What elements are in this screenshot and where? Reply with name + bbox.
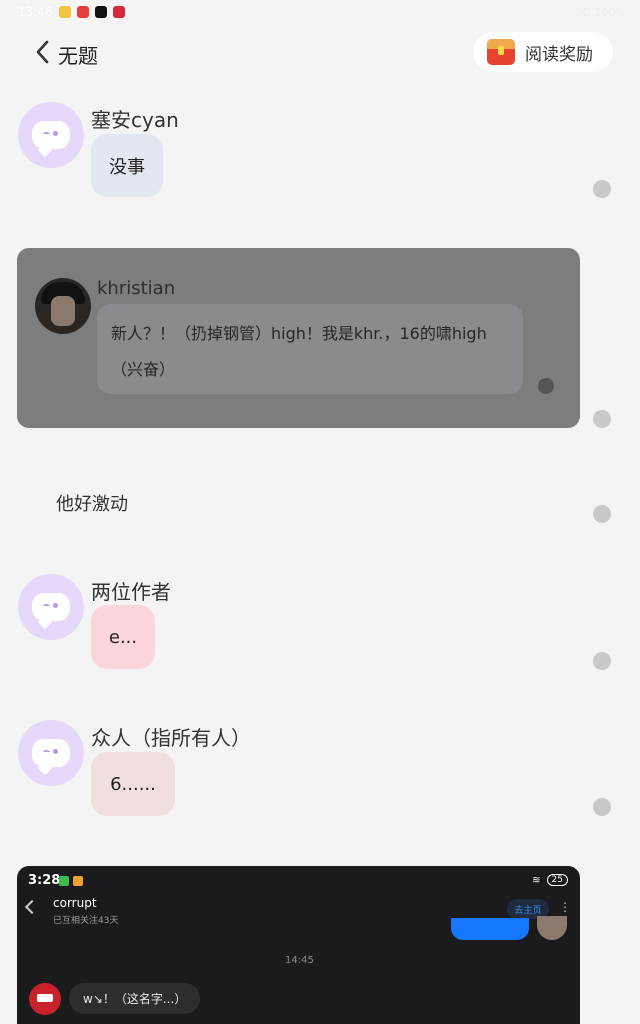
top-bar: 无题 阅读奖励 xyxy=(0,32,640,72)
battery-icon: 25 xyxy=(546,874,568,886)
status-time: 13:46 xyxy=(18,5,53,19)
app-notification-icon xyxy=(76,6,89,18)
comment-dot[interactable] xyxy=(593,505,611,523)
phone-status: ≋ 25 xyxy=(532,874,568,886)
reading-reward-button[interactable]: 阅读奖励 xyxy=(473,32,613,72)
speaker-name: khristian xyxy=(97,278,176,299)
sent-message-bubble xyxy=(451,918,529,940)
speaker-name: 两位作者 xyxy=(91,580,171,604)
comment-dot[interactable] xyxy=(593,798,611,816)
treasure-chest-icon xyxy=(487,39,515,65)
status-right: 5G 100% xyxy=(575,6,626,19)
avatar xyxy=(29,983,61,1015)
avatar[interactable] xyxy=(18,102,84,168)
chevron-left-icon xyxy=(36,40,49,64)
app-notification-icon xyxy=(94,6,107,18)
contact-subtitle: 已互相关注43天 xyxy=(53,916,119,926)
page-title: 无题 xyxy=(58,44,98,68)
back-button[interactable] xyxy=(32,38,56,66)
status-icons: 13:46 xyxy=(18,5,125,19)
received-message-bubble: w↘！（这名字...） xyxy=(69,983,201,1014)
avatar[interactable] xyxy=(18,720,84,786)
chat-bubble-icon xyxy=(32,121,70,149)
avatar xyxy=(35,278,91,334)
chat-bubble-icon xyxy=(32,593,70,621)
message-bubble[interactable]: e... xyxy=(91,605,155,669)
dialogue-screenshot-card: khristian 新人？！（扔掉钢管）high！我是khr.，16的啸high… xyxy=(17,248,580,428)
comment-dot[interactable] xyxy=(593,180,611,198)
embedded-chat-screenshot: 3:28 ≋ 25 corrupt 已互相关注43天 去主页 ⋮ 14:45 w… xyxy=(17,866,580,1024)
app-notification-icon xyxy=(58,6,71,18)
avatar xyxy=(537,916,567,940)
more-icon: ⋮ xyxy=(559,900,571,914)
wifi-icon: ≋ xyxy=(532,874,541,886)
reward-label: 阅读奖励 xyxy=(525,44,593,65)
speaker-name: 塞安cyan xyxy=(91,108,179,132)
message-timestamp: 14:45 xyxy=(285,955,314,966)
wechat-icon xyxy=(59,876,69,886)
narration-text: 他好激动 xyxy=(56,494,128,515)
message-bubble[interactable]: 没事 xyxy=(91,134,163,197)
comment-dot[interactable] xyxy=(593,410,611,428)
message-bubble: 新人？！（扔掉钢管）high！我是khr.，16的啸high（兴奋） xyxy=(97,304,523,394)
chevron-left-icon xyxy=(24,899,40,915)
comment-dot xyxy=(538,378,554,394)
message-bubble[interactable]: 6...... xyxy=(91,752,175,816)
phone-time: 3:28 xyxy=(28,873,61,888)
speaker-name: 众人（指所有人） xyxy=(91,726,251,750)
status-bar: 13:46 5G 100% xyxy=(0,0,640,26)
comment-dot[interactable] xyxy=(593,652,611,670)
avatar[interactable] xyxy=(18,574,84,640)
app-notification-icon xyxy=(112,6,125,18)
contact-name: corrupt xyxy=(53,896,97,910)
chat-bubble-icon xyxy=(32,739,70,767)
app-icon xyxy=(73,876,83,886)
